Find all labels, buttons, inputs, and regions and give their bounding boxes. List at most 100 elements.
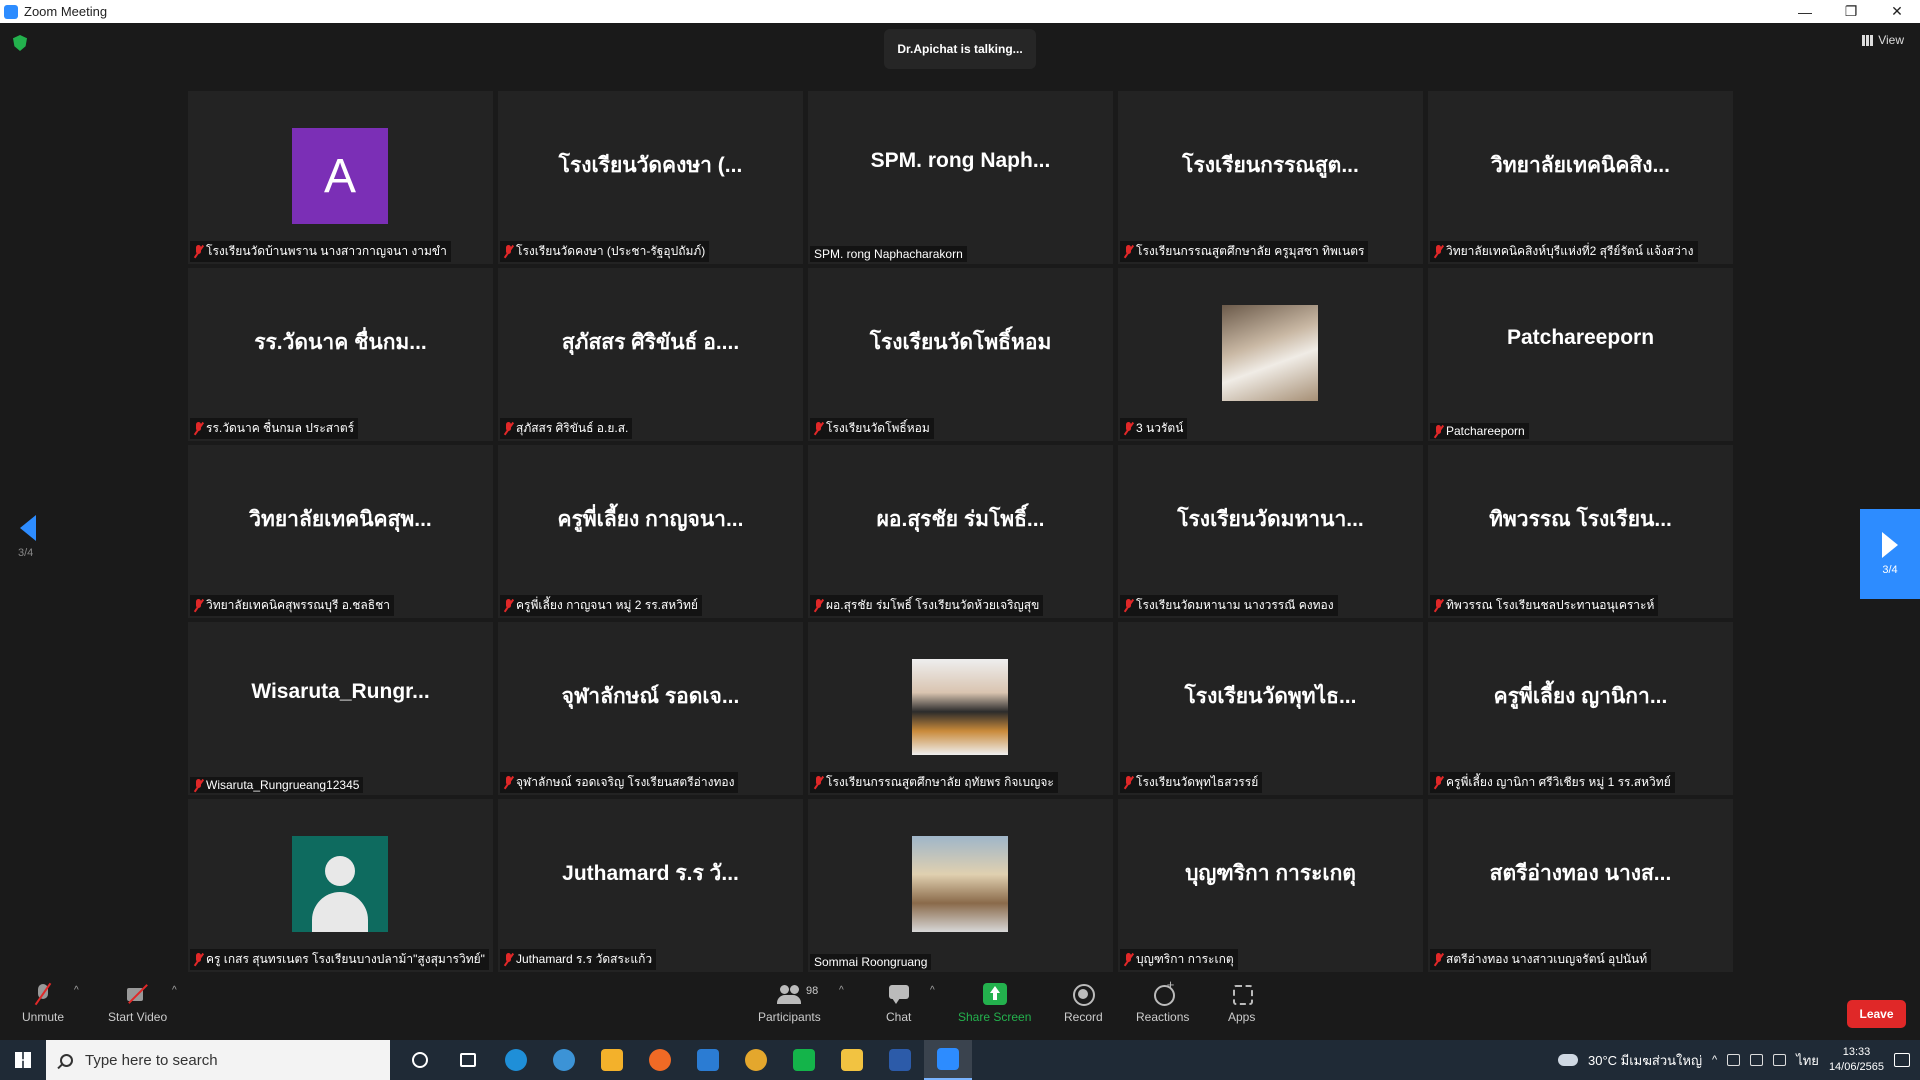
participant-tile[interactable]: 3 นวรัตน์ (1118, 268, 1423, 441)
input-language[interactable]: ไทย (1796, 1050, 1819, 1071)
muted-mic-icon (814, 599, 823, 612)
participant-tile[interactable]: โรงเรียนวัดคงษา (... โรงเรียนวัดคงษา (ประ… (498, 91, 803, 264)
muted-mic-icon (504, 599, 513, 612)
participant-tile[interactable]: Juthamard ร.ร วั... Juthamard ร.ร วัดสระแ… (498, 799, 803, 972)
participant-tile[interactable]: ครูพี่เลี้ยง ญานิกา... ครูพี่เลี้ยง ญานิก… (1428, 622, 1733, 795)
participants-options-chevron-icon[interactable]: ^ (839, 985, 844, 996)
participant-tile[interactable]: สตรีอ่างทอง นางส... สตรีอ่างทอง นางสาวเบญ… (1428, 799, 1733, 972)
share-screen-button[interactable]: Share Screen (958, 983, 1031, 1024)
participant-tile[interactable]: ทิพวรรณ โรงเรียน... ทิพวรรณ โรงเรียนชลประ… (1428, 445, 1733, 618)
participant-tile[interactable]: Patchareeporn Patchareeporn (1428, 268, 1733, 441)
participant-name: วิทยาลัยเทคนิคสุพรรณบุรี อ.ชลธิชา (206, 598, 390, 612)
record-label: Record (1064, 1010, 1103, 1024)
search-placeholder: Type here to search (85, 1051, 218, 1069)
store-icon[interactable] (588, 1040, 636, 1080)
participant-name: ครูพี่เลี้ยง กาญจนา หมู่ 2 รร.สหวิทย์ (516, 598, 698, 612)
participant-tile[interactable]: ครู เกสร สุนทรเนตร โรงเรียนบางปลาม้า"สูง… (188, 799, 493, 972)
muted-mic-icon (194, 245, 203, 258)
participant-tile[interactable]: โรงเรียนวัดพุทไธ... โรงเรียนวัดพุทไธสวรรย… (1118, 622, 1423, 795)
firefox-icon[interactable] (636, 1040, 684, 1080)
muted-mic-icon (1434, 245, 1443, 258)
leave-button[interactable]: Leave (1847, 1000, 1906, 1028)
video-off-icon (126, 983, 150, 1005)
participant-display-name: วิทยาลัยเทคนิคสิง... (1491, 154, 1670, 177)
view-button[interactable]: View (1862, 33, 1904, 47)
line-icon[interactable] (780, 1040, 828, 1080)
battery-icon[interactable] (1727, 1054, 1741, 1066)
participant-name: 3 นวรัตน์ (1136, 421, 1184, 435)
participant-tile[interactable]: วิทยาลัยเทคนิคสุพ... วิทยาลัยเทคนิคสุพรรณ… (188, 445, 493, 618)
profile-photo (1222, 305, 1318, 401)
muted-mic-icon (1124, 776, 1133, 789)
audio-options-chevron-icon[interactable]: ^ (74, 985, 79, 996)
participant-tile[interactable]: วิทยาลัยเทคนิคสิง... วิทยาลัยเทคนิคสิงห์บ… (1428, 91, 1733, 264)
participant-nameplate: จุฬาลักษณ์ รอดเจริญ โรงเรียนสตรีอ่างทอง (500, 772, 739, 793)
zoom-app-icon (4, 4, 18, 19)
previous-page-button[interactable]: 3/4 (18, 515, 36, 559)
muted-mic-icon (1434, 424, 1443, 438)
encryption-shield-icon[interactable] (13, 35, 27, 51)
participant-tile[interactable]: A โรงเรียนวัดบ้านพราน นางสาวกาญจนา งามขำ (188, 91, 493, 264)
participant-tile[interactable]: รร.วัดนาค ชื่นกม... รร.วัดนาค ชื่นกมล ประ… (188, 268, 493, 441)
participant-tile[interactable]: ครูพี่เลี้ยง กาญจนา... ครูพี่เลี้ยง กาญจน… (498, 445, 803, 618)
participant-display-name: โรงเรียนกรรณสูต... (1182, 154, 1359, 177)
taskbar-pinned-apps (396, 1040, 972, 1080)
participant-name: ครู เกสร สุนทรเนตร โรงเรียนบางปลาม้า"สูง… (206, 952, 485, 966)
page-indicator-left: 3/4 (18, 547, 34, 559)
participant-tile[interactable]: โรงเรียนวัดโพธิ์หอม โรงเรียนวัดโพธิ์หอม (808, 268, 1113, 441)
video-options-chevron-icon[interactable]: ^ (172, 985, 177, 996)
participant-name: Patchareeporn (1446, 424, 1525, 438)
edge-icon[interactable] (492, 1040, 540, 1080)
participant-tile[interactable]: โรงเรียนวัดมหานา... โรงเรียนวัดมหานาม นาง… (1118, 445, 1423, 618)
zoom-icon[interactable] (924, 1040, 972, 1080)
restore-button[interactable]: ❐ (1828, 0, 1874, 23)
hidden-icons-chevron-icon[interactable]: ^ (1712, 1054, 1717, 1066)
word-icon[interactable] (876, 1040, 924, 1080)
participant-nameplate: Wisaruta_Rungrueang12345 (190, 777, 364, 793)
unmute-button[interactable]: Unmute (22, 983, 64, 1024)
participant-display-name: Juthamard ร.ร วั... (562, 862, 739, 885)
profile-photo (912, 659, 1008, 755)
cortana-icon[interactable] (396, 1040, 444, 1080)
participant-tile[interactable]: โรงเรียนกรรณสูต... โรงเรียนกรรณสูตศึกษาลั… (1118, 91, 1423, 264)
participant-name: สตรีอ่างทอง นางสาวเบญจรัตน์ อุปนันท์ (1446, 952, 1648, 966)
participant-display-name: Wisaruta_Rungr... (251, 680, 430, 703)
close-button[interactable]: ✕ (1874, 0, 1920, 23)
participant-tile[interactable]: จุฬาลักษณ์ รอดเจ... จุฬาลักษณ์ รอดเจริญ โ… (498, 622, 803, 795)
apps-button[interactable]: Apps (1228, 983, 1255, 1024)
record-button[interactable]: Record (1064, 983, 1103, 1024)
notification-center-icon[interactable] (1894, 1053, 1910, 1067)
start-button[interactable] (0, 1040, 46, 1080)
participant-tile[interactable]: SPM. rong Naph... SPM. rong Naphacharakor… (808, 91, 1113, 264)
participant-tile[interactable]: ผอ.สุรชัย ร่มโพธิ์... ผอ.สุรชัย ร่มโพธิ์ … (808, 445, 1113, 618)
next-page-button[interactable]: 3/4 (1860, 509, 1920, 599)
chat-options-chevron-icon[interactable]: ^ (930, 985, 935, 996)
participant-nameplate: ครู เกสร สุนทรเนตร โรงเรียนบางปลาม้า"สูง… (190, 949, 489, 970)
participant-tile[interactable]: Sommai Roongruang (808, 799, 1113, 972)
taskbar-clock[interactable]: 13:33 14/06/2565 (1829, 1045, 1884, 1075)
task-view-icon[interactable] (444, 1040, 492, 1080)
chat-button[interactable]: Chat (886, 983, 911, 1024)
weather-text[interactable]: 30°C มีเมฆส่วนใหญ่ (1588, 1050, 1702, 1071)
network-icon[interactable] (1773, 1054, 1787, 1066)
internet-explorer-icon[interactable] (540, 1040, 588, 1080)
avatar-letter: A (292, 128, 388, 224)
reactions-icon (1151, 977, 1175, 1006)
participant-tile[interactable]: Wisaruta_Rungr... Wisaruta_Rungrueang1234… (188, 622, 493, 795)
participant-tile[interactable]: สุภัสสร ศิริขันธ์ อ.... สุภัสสร ศิริขันธ์… (498, 268, 803, 441)
chat-label: Chat (886, 1010, 912, 1024)
participant-name: รร.วัดนาค ชื่นกมล ประสาตร์ (206, 421, 355, 435)
taskbar-search-box[interactable]: Type here to search (46, 1040, 390, 1080)
reactions-button[interactable]: Reactions (1136, 977, 1189, 1024)
volume-muted-icon[interactable] (1750, 1054, 1764, 1066)
participant-tile[interactable]: โรงเรียนกรรณสูตศึกษาลัย ฤทัยพร กิจเบญจะ (808, 622, 1113, 795)
muted-mic-icon (1124, 953, 1133, 966)
participant-display-name: โรงเรียนวัดพุทไธ... (1184, 685, 1357, 708)
participant-display-name: จุฬาลักษณ์ รอดเจ... (561, 685, 740, 708)
chrome-icon[interactable] (732, 1040, 780, 1080)
file-explorer-icon[interactable] (828, 1040, 876, 1080)
minimize-button[interactable]: — (1782, 0, 1828, 23)
participant-tile[interactable]: บุญฑริกา การะเกตุ บุญฑริกา การะเกตุ (1118, 799, 1423, 972)
mail-icon[interactable] (684, 1040, 732, 1080)
start-video-button[interactable]: Start Video (108, 983, 167, 1024)
